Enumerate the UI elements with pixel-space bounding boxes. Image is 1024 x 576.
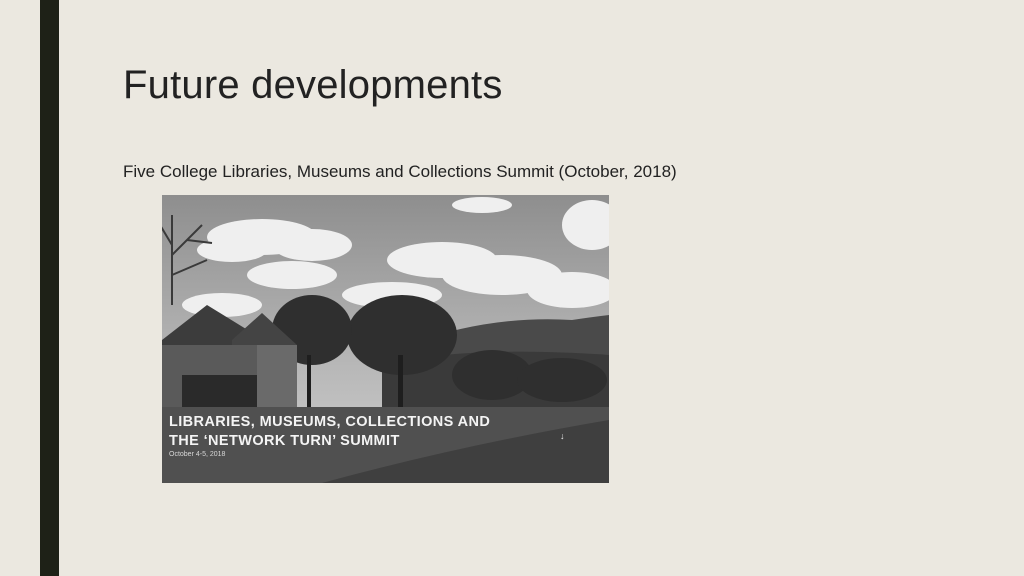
photo-headline-line1: LIBRARIES, MUSEUMS, COLLECTIONS AND (169, 414, 491, 430)
down-arrow-icon: ↓ (560, 431, 565, 441)
summit-photo: LIBRARIES, MUSEUMS, COLLECTIONS AND THE … (162, 195, 609, 483)
slide-subtitle: Five College Libraries, Museums and Coll… (123, 162, 677, 181)
photo-headline-line2: THE ‘NETWORK TURN’ SUMMIT (169, 433, 400, 449)
photo-dates: October 4-5, 2018 (169, 451, 226, 458)
photo-headline: LIBRARIES, MUSEUMS, COLLECTIONS AND THE … (169, 413, 490, 451)
slide-title: Future developments (123, 63, 503, 107)
accent-bar (40, 0, 59, 576)
